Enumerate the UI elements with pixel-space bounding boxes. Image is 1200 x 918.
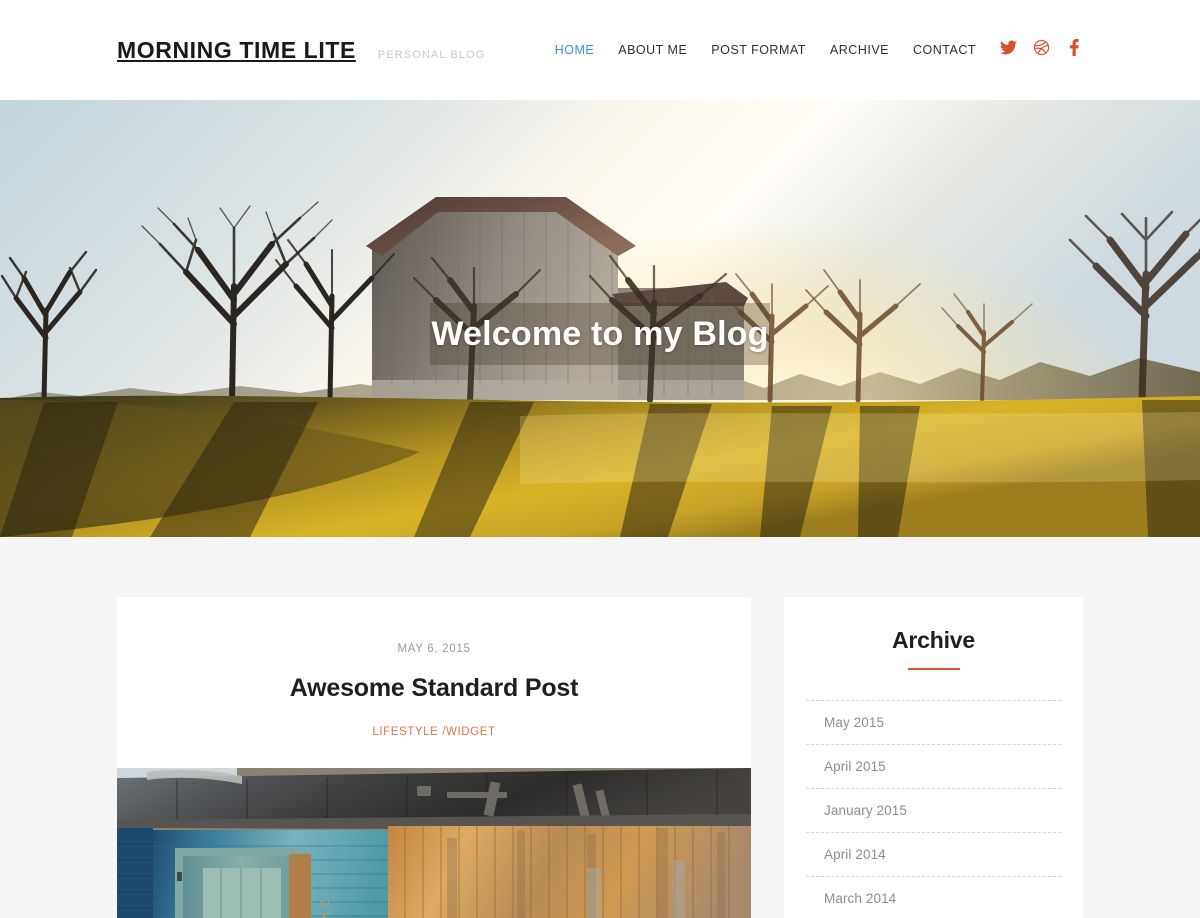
primary-column: MAY 6, 2015 Awesome Standard Post LIFEST… xyxy=(117,597,751,918)
content-area: MAY 6, 2015 Awesome Standard Post LIFEST… xyxy=(0,537,1200,918)
archive-list-item: January 2015 xyxy=(806,788,1061,832)
archive-widget-rule xyxy=(907,668,960,670)
post-date: MAY 6, 2015 xyxy=(397,643,471,655)
post-category-widget[interactable]: WIDGET xyxy=(446,726,496,738)
site-tagline: PERSONAL BLOG xyxy=(377,48,486,61)
nav-item-about-me: ABOUT ME xyxy=(618,41,687,59)
post-category-lifestyle[interactable]: LIFESTYLE xyxy=(372,726,438,738)
site-header: MORNING TIME LITE PERSONAL BLOG HOME ABO… xyxy=(0,0,1200,100)
nav-link-about-me[interactable]: ABOUT ME xyxy=(618,43,687,57)
main-navigation: HOME ABOUT ME POST FORMAT ARCHIVE CONTAC… xyxy=(555,39,1083,61)
post-card: MAY 6, 2015 Awesome Standard Post LIFEST… xyxy=(117,597,751,918)
nav-link-archive[interactable]: ARCHIVE xyxy=(830,43,889,57)
post-thumbnail-link[interactable]: K-2 xyxy=(117,768,751,918)
post-thumbnail-image: K-2 xyxy=(117,768,751,918)
archive-list-item: April 2015 xyxy=(806,744,1061,788)
dribbble-icon[interactable] xyxy=(1033,39,1050,56)
social-list xyxy=(1000,39,1083,61)
nav-item-archive: ARCHIVE xyxy=(830,41,889,59)
archive-link-may-2015[interactable]: May 2015 xyxy=(806,701,1061,744)
post-categories: LIFESTYLE /WIDGET xyxy=(157,726,711,738)
nav-link-contact[interactable]: CONTACT xyxy=(913,43,976,57)
post-header: MAY 6, 2015 Awesome Standard Post LIFEST… xyxy=(117,597,751,768)
archive-link-april-2014[interactable]: April 2014 xyxy=(806,833,1061,876)
post-title: Awesome Standard Post xyxy=(157,673,711,704)
social-item-dribbble xyxy=(1033,39,1050,61)
archive-list-item: May 2015 xyxy=(806,700,1061,744)
archive-link-march-2014[interactable]: March 2014 xyxy=(806,877,1061,918)
social-item-facebook xyxy=(1066,39,1083,61)
nav-item-post-format: POST FORMAT xyxy=(711,41,806,59)
archive-link-january-2015[interactable]: January 2015 xyxy=(806,789,1061,832)
nav-list: HOME ABOUT ME POST FORMAT ARCHIVE CONTAC… xyxy=(555,41,976,59)
archive-link-april-2015[interactable]: April 2015 xyxy=(806,745,1061,788)
archive-list: May 2015 April 2015 January 2015 April 2… xyxy=(806,700,1061,918)
svg-text:K-2: K-2 xyxy=(317,900,332,918)
hero-title: Welcome to my Blog xyxy=(431,314,769,353)
facebook-icon[interactable] xyxy=(1066,39,1083,56)
archive-widget: Archive May 2015 April 2015 January 2015… xyxy=(784,597,1083,918)
archive-list-item: April 2014 xyxy=(806,832,1061,876)
nav-item-home: HOME xyxy=(555,41,595,59)
nav-item-contact: CONTACT xyxy=(913,41,976,59)
archive-widget-title: Archive xyxy=(892,627,975,653)
brand-block: MORNING TIME LITE PERSONAL BLOG xyxy=(117,37,485,64)
archive-list-item: March 2014 xyxy=(806,876,1061,918)
site-title[interactable]: MORNING TIME LITE xyxy=(117,37,356,64)
sidebar: Archive May 2015 April 2015 January 2015… xyxy=(784,597,1083,918)
nav-link-home[interactable]: HOME xyxy=(555,43,595,57)
social-item-twitter xyxy=(1000,39,1017,61)
post-title-link[interactable]: Awesome Standard Post xyxy=(290,674,579,702)
twitter-icon[interactable] xyxy=(1000,39,1017,56)
hero-banner: Welcome to my Blog xyxy=(0,100,1200,537)
nav-link-post-format[interactable]: POST FORMAT xyxy=(711,43,806,57)
